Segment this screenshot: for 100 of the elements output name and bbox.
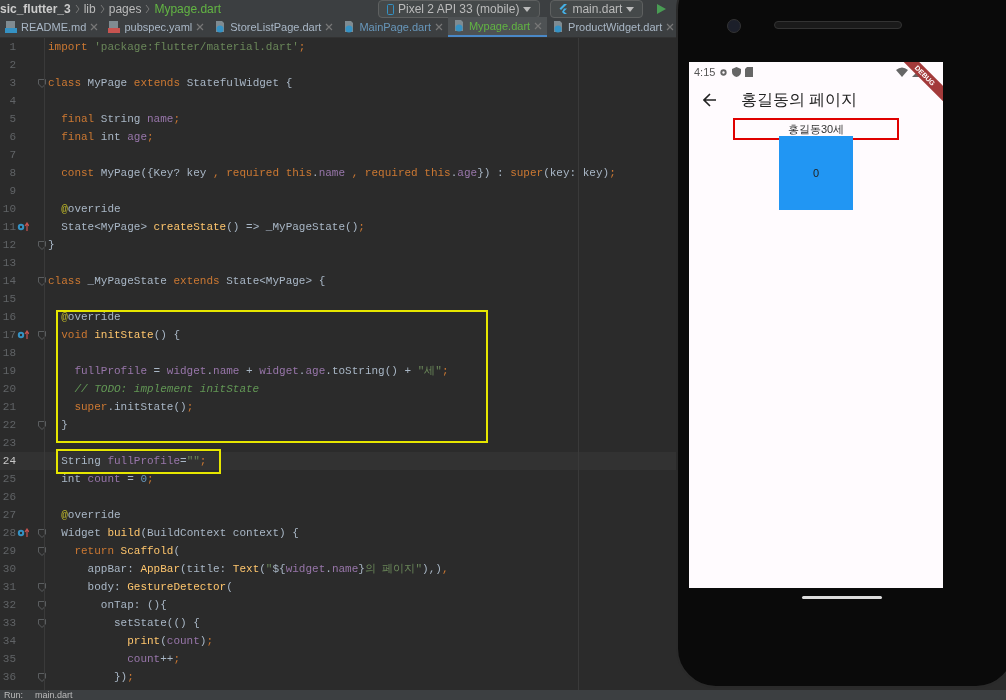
code-line: print(count);	[127, 634, 214, 648]
breadcrumb-separator-icon	[99, 4, 105, 14]
override-marker-icon[interactable]	[17, 528, 29, 538]
yaml-file-icon	[108, 21, 121, 33]
close-icon[interactable]	[196, 23, 205, 31]
close-icon[interactable]	[666, 23, 675, 31]
code-line: const MyPage({Key? key , required this.name , required this.age}) : super(key: key);	[61, 166, 616, 180]
dart-file-icon	[552, 21, 565, 33]
back-arrow-icon[interactable]	[703, 93, 717, 107]
code-line: @override	[61, 310, 121, 324]
line-number: 17	[1, 327, 16, 343]
line-number: 3	[8, 75, 16, 91]
code-line: @override	[61, 508, 121, 522]
line-number: 7	[8, 147, 16, 163]
code-line: });	[114, 670, 134, 684]
breadcrumb-item[interactable]: Mypage.dart	[154, 0, 222, 18]
line-number: 26	[1, 489, 16, 505]
run-tab[interactable]: main.dart	[35, 690, 73, 700]
phone-icon	[387, 3, 394, 15]
line-number: 13	[1, 255, 16, 271]
line-number: 28	[1, 525, 16, 541]
line-number: 34	[1, 633, 16, 649]
run-config-selector[interactable]: main.dart	[550, 0, 644, 18]
close-icon[interactable]	[325, 23, 334, 31]
code-line: import 'package:flutter/material.dart';	[48, 40, 306, 54]
code-line: Widget build(BuildContext context) {	[61, 526, 299, 540]
run-icon[interactable]	[655, 3, 668, 15]
override-marker-icon[interactable]	[17, 330, 29, 340]
editor-tab[interactable]: MainPage.dart	[338, 17, 448, 37]
line-number: 22	[1, 417, 16, 433]
code-line: body: GestureDetector(	[87, 580, 233, 594]
wifi-icon	[896, 67, 908, 77]
breadcrumb-separator-icon	[145, 4, 151, 14]
line-number: 14	[1, 273, 16, 289]
fold-icon[interactable]	[38, 78, 46, 88]
line-number: 30	[1, 561, 16, 577]
editor-tab[interactable]: Mypage.dart	[447, 17, 548, 37]
sd-card-icon	[745, 67, 754, 77]
gear-icon	[719, 67, 729, 77]
breadcrumb-separator-icon	[74, 4, 80, 14]
code-line: setState(() {	[114, 616, 200, 630]
code-line: State<MyPage> createState() => _MyPageState();	[61, 220, 365, 234]
code-line: final int age;	[61, 130, 154, 144]
fold-icon[interactable]	[38, 276, 46, 286]
line-number: 18	[1, 345, 16, 361]
run-label: Run:	[4, 690, 23, 700]
code-line: String fullProfile="";	[61, 454, 207, 468]
dart-file-icon	[452, 20, 465, 32]
dart-file-icon	[214, 21, 227, 33]
device-selector[interactable]: Pixel 2 API 33 (mobile)	[378, 0, 541, 18]
status-time: 4:15	[694, 64, 716, 80]
line-number: 15	[1, 291, 16, 307]
code-line: fullProfile = widget.name + widget.age.toString() + "세";	[74, 364, 449, 378]
line-number: 31	[1, 579, 16, 595]
breadcrumb-item[interactable]: pages	[108, 0, 142, 18]
flutter-icon	[559, 4, 569, 14]
close-icon[interactable]	[90, 23, 99, 31]
fold-icon[interactable]	[38, 240, 46, 250]
camera-icon	[727, 19, 741, 33]
line-number: 19	[1, 363, 16, 379]
code-line: appBar: AppBar(title: Text("${widget.name}의 페이지"),),	[87, 562, 449, 576]
line-number: 27	[1, 507, 16, 523]
code-line: super.initState();	[74, 400, 194, 414]
dropdown-caret-icon	[626, 6, 635, 12]
code-line: }	[48, 238, 55, 252]
dropdown-caret-icon	[523, 6, 532, 12]
fold-icon[interactable]	[38, 672, 46, 682]
code-line: @override	[61, 202, 121, 216]
breadcrumb-item[interactable]: lib	[83, 0, 96, 18]
line-number: 21	[1, 399, 16, 415]
editor-tab[interactable]: StoreListPage.dart	[209, 17, 339, 37]
editor-tab[interactable]: ProductWidget.dart	[547, 17, 680, 37]
fold-icon[interactable]	[38, 330, 46, 340]
code-line: int count = 0;	[61, 472, 154, 486]
line-number: 23	[1, 435, 16, 451]
dart-file-icon	[343, 21, 356, 33]
line-number: 4	[8, 93, 16, 109]
override-marker-icon[interactable]	[17, 222, 29, 232]
line-number: 11	[1, 219, 16, 235]
editor-tab[interactable]: README.md	[0, 17, 104, 37]
line-number: 12	[1, 237, 16, 253]
breadcrumb-item[interactable]: sic_flutter_3	[0, 0, 71, 18]
line-number: 10	[1, 201, 16, 217]
line-number: 33	[1, 615, 16, 631]
line-number: 20	[1, 381, 16, 397]
code-line: }	[61, 418, 68, 432]
counter-box[interactable]: 0	[779, 136, 853, 210]
code-line: final String name;	[61, 112, 181, 126]
line-number: 32	[1, 597, 16, 613]
code-line: // TODO: implement initState	[74, 382, 260, 396]
close-icon[interactable]	[534, 22, 543, 30]
code-line: class _MyPageState extends State<MyPage> {	[48, 274, 326, 288]
code-line: onTap: (){	[100, 598, 167, 612]
line-number: 16	[1, 309, 16, 325]
editor-tab[interactable]: pubspec.yaml	[103, 17, 210, 37]
code-line: void initState() {	[61, 328, 181, 342]
app-bar-title: 홍길동의 페이지	[741, 90, 858, 110]
fold-icon[interactable]	[38, 420, 46, 430]
line-number: 25	[1, 471, 16, 487]
close-icon[interactable]	[434, 23, 443, 31]
